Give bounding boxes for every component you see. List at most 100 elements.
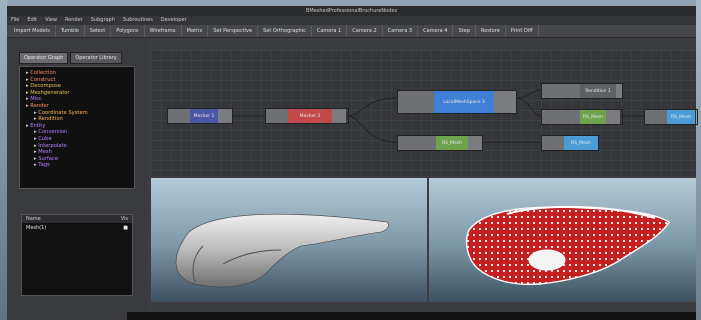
- toolbar-tumble-button[interactable]: Tumble: [56, 25, 85, 37]
- toolbar-step-button[interactable]: Step: [453, 25, 476, 37]
- menu-subroutines[interactable]: Subroutines: [123, 16, 153, 25]
- node-output-port[interactable]: [332, 109, 346, 123]
- tab-operator-library[interactable]: Operator Library: [70, 52, 122, 64]
- toolbar-camera-3-button[interactable]: Camera 3: [383, 25, 419, 37]
- tree-item[interactable]: ▸ Cube: [20, 136, 134, 143]
- toolbar-set-perspective-button[interactable]: Set Perspective: [208, 25, 259, 37]
- menu-edit[interactable]: Edit: [27, 16, 37, 25]
- node-output-port[interactable]: [468, 136, 482, 150]
- node-rendition-1[interactable]: Rendition 1: [541, 83, 623, 99]
- menu-developer[interactable]: Developer: [161, 16, 187, 25]
- tree-item-label: Conversion: [38, 129, 68, 136]
- toolbar-camera-2-button[interactable]: Camera 2: [347, 25, 383, 37]
- tree-item-label: Tags: [38, 162, 50, 169]
- toolbar-camera-1-button[interactable]: Camera 1: [312, 25, 348, 37]
- node-mesher-1[interactable]: Mesher 1: [167, 108, 233, 124]
- tree-item[interactable]: ▸ Tags: [20, 162, 134, 169]
- tree-item-label: Cube: [38, 135, 52, 142]
- layers-panel: Name Vis Mesh(1) ■: [21, 214, 133, 296]
- node-rendition-1-label: Rendition 1: [585, 88, 611, 94]
- mesh-density-view: [465, 205, 670, 286]
- node-input-port[interactable]: [168, 109, 190, 123]
- toolbar-restore-button[interactable]: Restore: [476, 25, 506, 37]
- tree-item[interactable]: ▸ Meshgenerator: [20, 90, 134, 97]
- menu-file[interactable]: File: [11, 16, 19, 25]
- toolbar-camera-4-button[interactable]: Camera 4: [418, 25, 454, 37]
- node-rs-mesh-a[interactable]: RS_Mesh: [397, 135, 483, 151]
- node-input-port[interactable]: [542, 136, 564, 150]
- layers-header: Name Vis: [22, 215, 132, 223]
- menu-subgraph[interactable]: Subgraph: [91, 16, 115, 25]
- node-output-port[interactable]: [494, 91, 516, 113]
- node-output-port[interactable]: [616, 84, 622, 98]
- layer-visibility-toggle[interactable]: ■: [123, 225, 128, 231]
- node-rs-mesh-c-body: RS_Mesh: [564, 136, 598, 150]
- node-local-mesh-space[interactable]: LocalMeshSpace 3: [397, 90, 517, 114]
- node-input-port[interactable]: [542, 110, 580, 124]
- tree-item-label: Misc: [30, 96, 42, 103]
- node-rs-mesh-b[interactable]: RS_Mesh: [541, 109, 623, 125]
- node-rs-mesh-d[interactable]: RS_Mesh: [644, 109, 698, 125]
- tree-item[interactable]: ▸ Conversion: [20, 129, 134, 136]
- tree-item-label: Entity: [30, 122, 46, 129]
- menu-bar: File Edit View Render Subgraph Subroutin…: [7, 16, 696, 25]
- node-rs-mesh-a-label: RS_Mesh: [441, 140, 463, 146]
- monitor-bezel-left: [0, 0, 7, 320]
- tree-item[interactable]: ▸ Collection: [20, 70, 134, 77]
- toolbar-matrix-button[interactable]: Matrix: [182, 25, 209, 37]
- node-input-port[interactable]: [398, 91, 434, 113]
- tree-item-label: Collection: [30, 70, 56, 76]
- tree-item[interactable]: ▸ Surface: [20, 156, 134, 163]
- layer-row[interactable]: Mesh(1) ■: [22, 223, 132, 233]
- viewport-perspective[interactable]: [151, 178, 427, 302]
- tree-item[interactable]: ▸ Misc: [20, 96, 134, 103]
- node-mesher-2-label: Mesher 2: [299, 113, 321, 119]
- toolbar-set-orthographic-button[interactable]: Set Orthographic: [258, 25, 312, 37]
- node-output-port[interactable]: [606, 110, 620, 124]
- application-window: BMeshedProfessionalBrochureNodes File Ed…: [7, 6, 698, 320]
- tree-item[interactable]: ▸ Construct: [20, 77, 134, 84]
- node-input-port[interactable]: [398, 136, 436, 150]
- layers-column-vis: Vis: [120, 216, 128, 222]
- toolbar-print-diff-button[interactable]: Print Diff: [506, 25, 539, 37]
- tree-item[interactable]: ▸ Entity: [20, 123, 134, 130]
- tree-item-label: Construct: [30, 76, 56, 83]
- node-rs-mesh-d-label: RS_Mesh: [670, 114, 692, 120]
- tree-item-label: Surface: [38, 155, 59, 162]
- window-title: BMeshedProfessionalBrochureNodes: [305, 8, 398, 14]
- tree-item-label: Meshgenerator: [30, 89, 70, 96]
- tab-operator-graph[interactable]: Operator Graph: [19, 52, 69, 64]
- node-local-mesh-space-label: LocalMeshSpace 3: [443, 99, 485, 105]
- surface-mesh: [175, 213, 389, 288]
- node-rendition-1-body: Rendition 1: [580, 84, 616, 98]
- tree-item[interactable]: ▸ Rendition: [20, 116, 134, 123]
- node-input-port[interactable]: [645, 110, 667, 124]
- viewport-top[interactable]: [429, 178, 696, 302]
- node-output-port[interactable]: [218, 109, 232, 123]
- menu-view[interactable]: View: [45, 16, 57, 25]
- toolbar-select-button[interactable]: Select: [85, 25, 112, 37]
- node-graph-canvas[interactable]: Mesher 1 Mesher 2 LocalMeshSpace 3 RS_Me…: [151, 50, 698, 176]
- status-bar: [127, 312, 696, 320]
- mesh-hole: [528, 249, 566, 271]
- node-mesher-2[interactable]: Mesher 2: [265, 108, 349, 124]
- monitor-bezel-right: [696, 0, 701, 320]
- tree-item[interactable]: ▸ Render: [20, 103, 134, 110]
- tree-item[interactable]: ▸ Interpolate: [20, 143, 134, 150]
- tree-item-label: Mesh: [38, 149, 52, 156]
- tree-item-label: Decompose: [30, 83, 61, 90]
- toolbar-polygons-button[interactable]: Polygons: [111, 25, 145, 37]
- tree-item[interactable]: ▸ Decompose: [20, 83, 134, 90]
- tree-item[interactable]: ▸ Mesh: [20, 149, 134, 156]
- toolbar-import-models-button[interactable]: Import Models: [9, 25, 56, 37]
- node-input-port[interactable]: [542, 84, 580, 98]
- node-rs-mesh-b-label: RS_Mesh: [582, 114, 604, 120]
- toolbar-wireframe-button[interactable]: Wireframe: [145, 25, 182, 37]
- menu-render[interactable]: Render: [65, 16, 83, 25]
- node-input-port[interactable]: [266, 109, 288, 123]
- node-rs-mesh-c[interactable]: RS_Mesh: [541, 135, 599, 151]
- node-rs-mesh-c-label: RS_Mesh: [570, 140, 592, 146]
- tree-item[interactable]: ▸ Coordinate System: [20, 110, 134, 117]
- operator-tree[interactable]: ▸ Collection ▸ Construct ▸ Decompose ▸ Mesh…: [19, 66, 135, 189]
- window-titlebar: BMeshedProfessionalBrochureNodes: [7, 6, 696, 16]
